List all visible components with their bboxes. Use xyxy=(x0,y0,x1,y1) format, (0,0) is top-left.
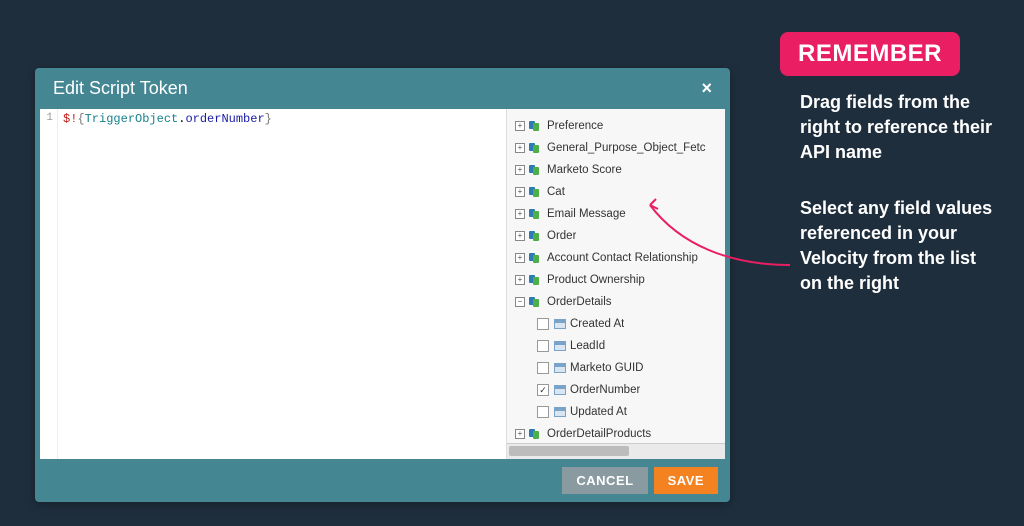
tree-item-label: Account Contact Relationship xyxy=(547,249,698,267)
expand-icon[interactable]: + xyxy=(515,275,525,285)
expand-icon[interactable]: + xyxy=(515,187,525,197)
expand-icon[interactable]: + xyxy=(515,209,525,219)
scrollbar-thumb[interactable] xyxy=(509,446,629,456)
object-icon xyxy=(529,253,543,263)
object-icon xyxy=(529,297,543,307)
expand-icon[interactable]: + xyxy=(515,143,525,153)
object-icon xyxy=(529,275,543,285)
tree-item-label: Updated At xyxy=(570,403,627,421)
tree-item-label: LeadId xyxy=(570,337,605,355)
line-number: 1 xyxy=(46,112,53,124)
edit-script-token-dialog: Edit Script Token × 1 $!{TriggerObject.o… xyxy=(35,68,730,502)
dialog-header: Edit Script Token × xyxy=(35,68,730,109)
token-rbrace: } xyxy=(265,112,272,126)
tree-item-label: Order xyxy=(547,227,576,245)
tree-item-label: Preference xyxy=(547,117,603,135)
token-object: TriggerObject xyxy=(85,112,179,126)
field-tree-pane: +Preference+General_Purpose_Object_Fetc+… xyxy=(507,109,725,459)
tree-item-label: Email Message xyxy=(547,205,626,223)
tree-field-item[interactable]: Marketo GUID xyxy=(507,357,725,379)
cancel-button[interactable]: CANCEL xyxy=(562,467,647,494)
tree-item-label: Product Ownership xyxy=(547,271,645,289)
tree-item-label: General_Purpose_Object_Fetc xyxy=(547,139,706,157)
expand-icon[interactable]: + xyxy=(515,121,525,131)
tree-object-item[interactable]: − OrderDetails xyxy=(507,291,725,313)
field-checkbox[interactable] xyxy=(537,406,549,418)
field-icon xyxy=(554,363,566,373)
object-icon xyxy=(529,231,543,241)
tree-field-item[interactable]: ✓ OrderNumber xyxy=(507,379,725,401)
dialog-title: Edit Script Token xyxy=(53,78,188,99)
tree-field-item[interactable]: Updated At xyxy=(507,401,725,423)
token-lbrace: { xyxy=(77,112,84,126)
tree-object-item[interactable]: + Account Contact Relationship xyxy=(507,247,725,269)
field-tree[interactable]: +Preference+General_Purpose_Object_Fetc+… xyxy=(507,109,725,443)
tree-item-label: OrderDetails xyxy=(547,293,612,311)
close-icon[interactable]: × xyxy=(701,78,712,99)
tree-object-item[interactable]: + Email Message xyxy=(507,203,725,225)
remember-badge: REMEMBER xyxy=(780,32,960,76)
field-icon xyxy=(554,319,566,329)
annotation-note: REMEMBER Drag fields from the right to r… xyxy=(780,32,1000,296)
field-checkbox[interactable] xyxy=(537,340,549,352)
field-checkbox[interactable] xyxy=(537,362,549,374)
field-icon xyxy=(554,385,566,395)
object-icon xyxy=(529,429,543,439)
dialog-body: 1 $!{TriggerObject.orderNumber} + Prefere… xyxy=(40,109,725,459)
field-checkbox[interactable] xyxy=(537,318,549,330)
token-property: orderNumber xyxy=(185,112,264,126)
tree-object-item[interactable]: + Marketo Score xyxy=(507,159,725,181)
script-editor[interactable]: 1 $!{TriggerObject.orderNumber} xyxy=(40,109,507,459)
note-p2: Select any field values referenced in yo… xyxy=(780,196,1000,297)
object-icon xyxy=(529,209,543,219)
tree-object-item[interactable]: + Order xyxy=(507,225,725,247)
token-dollar: $! xyxy=(63,112,77,126)
tree-object-item[interactable]: + Cat xyxy=(507,181,725,203)
expand-icon[interactable]: + xyxy=(515,231,525,241)
tree-field-item[interactable]: Created At xyxy=(507,313,725,335)
tree-item-label: Cat xyxy=(547,183,565,201)
field-icon xyxy=(554,341,566,351)
tree-item-label: OrderDetailProducts xyxy=(547,425,651,443)
editor-gutter: 1 xyxy=(40,109,58,459)
tree-field-item[interactable]: LeadId xyxy=(507,335,725,357)
tree-item-label: Marketo Score xyxy=(547,161,622,179)
object-icon xyxy=(529,165,543,175)
object-icon xyxy=(529,143,543,153)
tree-object-item[interactable]: + General_Purpose_Object_Fetc xyxy=(507,137,725,159)
code-area[interactable]: $!{TriggerObject.orderNumber} xyxy=(58,109,277,459)
tree-object-item[interactable]: + OrderDetailProducts xyxy=(507,423,725,443)
tree-item-label: Marketo GUID xyxy=(570,359,644,377)
tree-object-item[interactable]: + Preference xyxy=(507,115,725,137)
tree-item-label: OrderNumber xyxy=(570,381,640,399)
object-icon xyxy=(529,121,543,131)
expand-icon[interactable]: + xyxy=(515,253,525,263)
horizontal-scrollbar[interactable] xyxy=(507,443,725,459)
expand-icon[interactable]: + xyxy=(515,165,525,175)
expand-icon[interactable]: − xyxy=(515,297,525,307)
field-icon xyxy=(554,407,566,417)
field-checkbox[interactable]: ✓ xyxy=(537,384,549,396)
dialog-footer: CANCEL SAVE xyxy=(35,459,730,502)
tree-item-label: Created At xyxy=(570,315,624,333)
note-p1: Drag fields from the right to reference … xyxy=(780,90,1000,166)
save-button[interactable]: SAVE xyxy=(654,467,718,494)
tree-object-item[interactable]: + Product Ownership xyxy=(507,269,725,291)
expand-icon[interactable]: + xyxy=(515,429,525,439)
object-icon xyxy=(529,187,543,197)
